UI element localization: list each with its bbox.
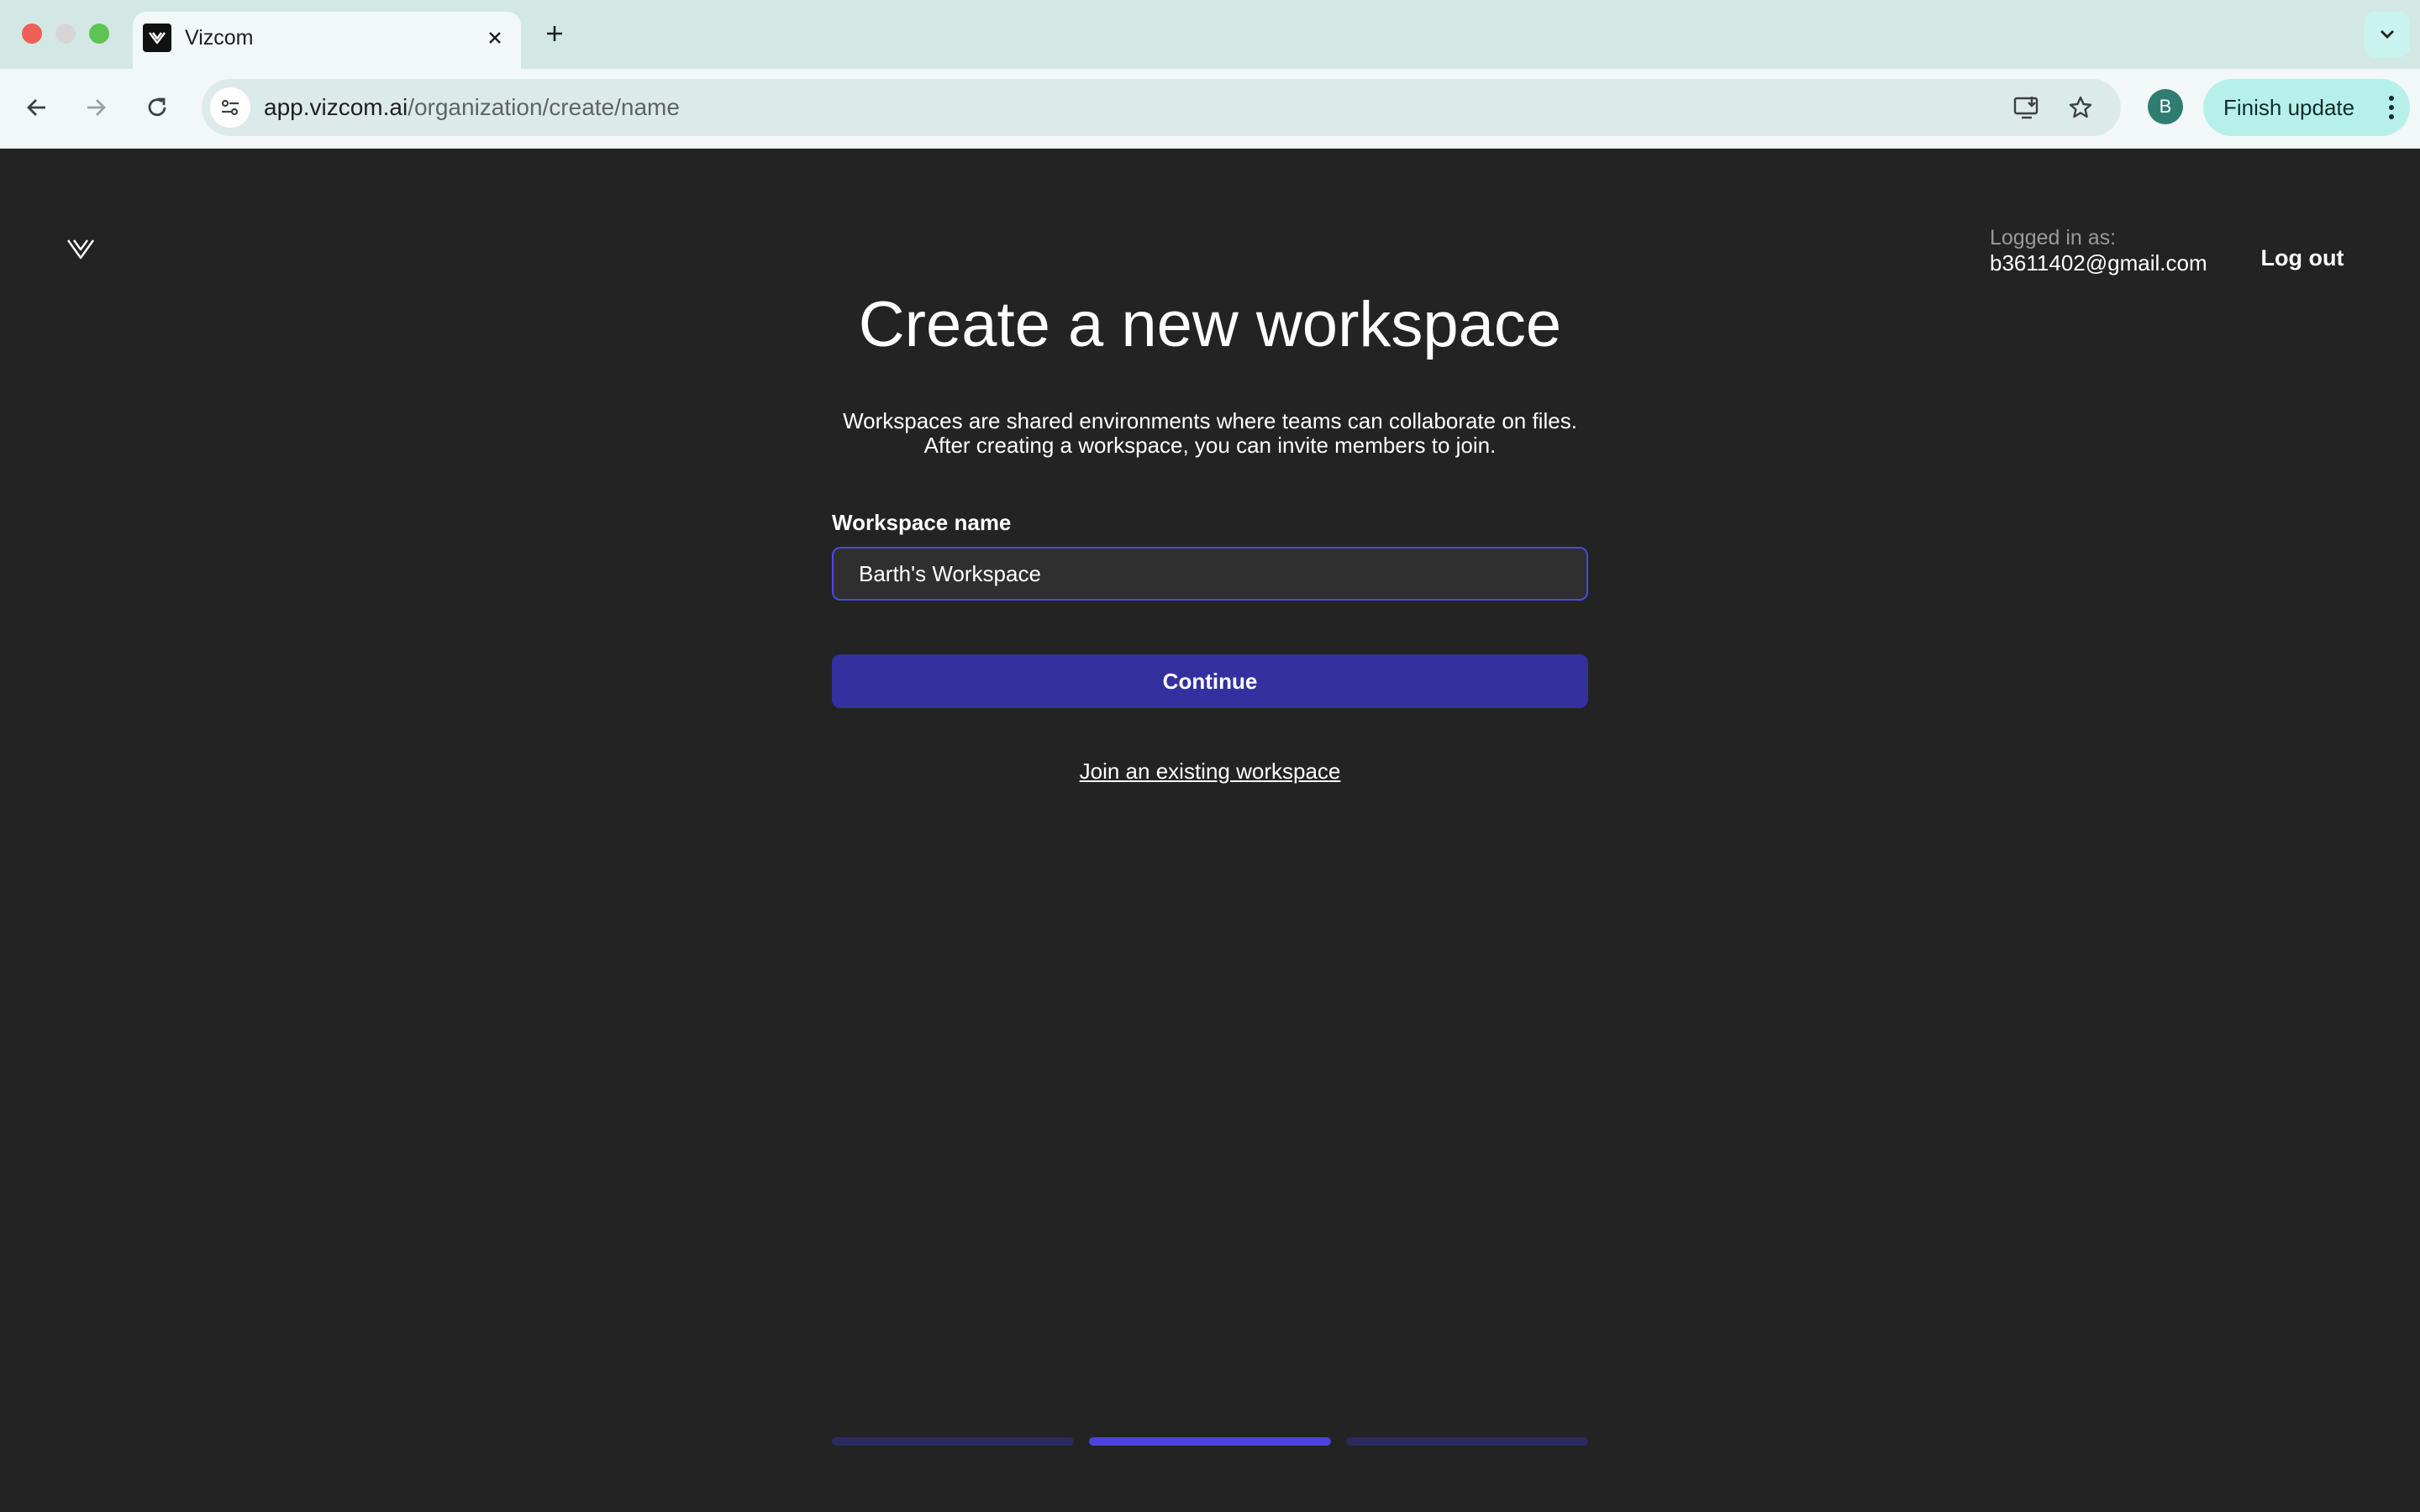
new-tab-icon[interactable]: [538, 17, 571, 50]
vizcom-logo-icon[interactable]: [66, 236, 96, 261]
reload-icon[interactable]: [137, 87, 177, 128]
join-existing-workspace-link: Join an existing workspace: [0, 759, 2420, 785]
url-host: app.vizcom.ai: [264, 94, 408, 120]
minimize-window-button[interactable]: [55, 24, 76, 44]
logged-in-label: Logged in as:: [1990, 226, 2117, 249]
profile-avatar[interactable]: B: [2148, 89, 2183, 124]
maximize-window-button[interactable]: [89, 24, 109, 44]
site-info-tune-icon[interactable]: [210, 87, 250, 128]
browser-toolbar: app.vizcom.ai/organization/create/name: [0, 69, 2420, 149]
url-text: app.vizcom.ai/organization/create/name: [264, 79, 680, 136]
finish-update-label: Finish update: [2223, 94, 2355, 120]
user-email: b3611402@gmail.com: [1990, 250, 2207, 276]
workspace-name-input[interactable]: [832, 547, 1588, 601]
back-arrow-icon[interactable]: [17, 87, 57, 128]
close-window-button[interactable]: [22, 24, 42, 44]
address-bar[interactable]: app.vizcom.ai/organization/create/name: [202, 79, 2121, 136]
vizcom-favicon-icon: [143, 24, 171, 52]
finish-update-button[interactable]: Finish update: [2203, 79, 2410, 136]
join-link-text[interactable]: Join an existing workspace: [1080, 759, 1341, 784]
tab-title: Vizcom: [185, 26, 254, 50]
page-title: Create a new workspace: [858, 289, 1562, 360]
more-options-icon[interactable]: [2388, 94, 2395, 125]
progress-step-2: [1089, 1437, 1331, 1446]
url-path: /organization/create/name: [408, 94, 680, 120]
forward-arrow-icon[interactable]: [76, 87, 116, 128]
description-line-1: Workspaces are shared environments where…: [843, 408, 1577, 433]
tab-search-chevron-down-icon[interactable]: [2365, 12, 2410, 57]
browser-tab[interactable]: Vizcom: [133, 12, 521, 69]
workspace-name-label: Workspace name: [832, 510, 1012, 535]
progress-step-1: [832, 1437, 1074, 1446]
browser-tab-bar: Vizcom: [0, 0, 2420, 69]
page-description: Workspaces are shared environments where…: [0, 409, 2420, 458]
progress-step-3: [1346, 1437, 1588, 1446]
bookmark-star-icon[interactable]: [2060, 87, 2101, 128]
page-content: Logged in as: b3611402@gmail.com Log out…: [0, 149, 2420, 1512]
description-line-2: After creating a workspace, you can invi…: [923, 433, 1497, 458]
install-app-icon[interactable]: [2007, 87, 2047, 128]
close-tab-icon[interactable]: [481, 24, 509, 52]
logout-button[interactable]: Log out: [2235, 241, 2370, 275]
continue-button[interactable]: Continue: [832, 654, 1588, 708]
